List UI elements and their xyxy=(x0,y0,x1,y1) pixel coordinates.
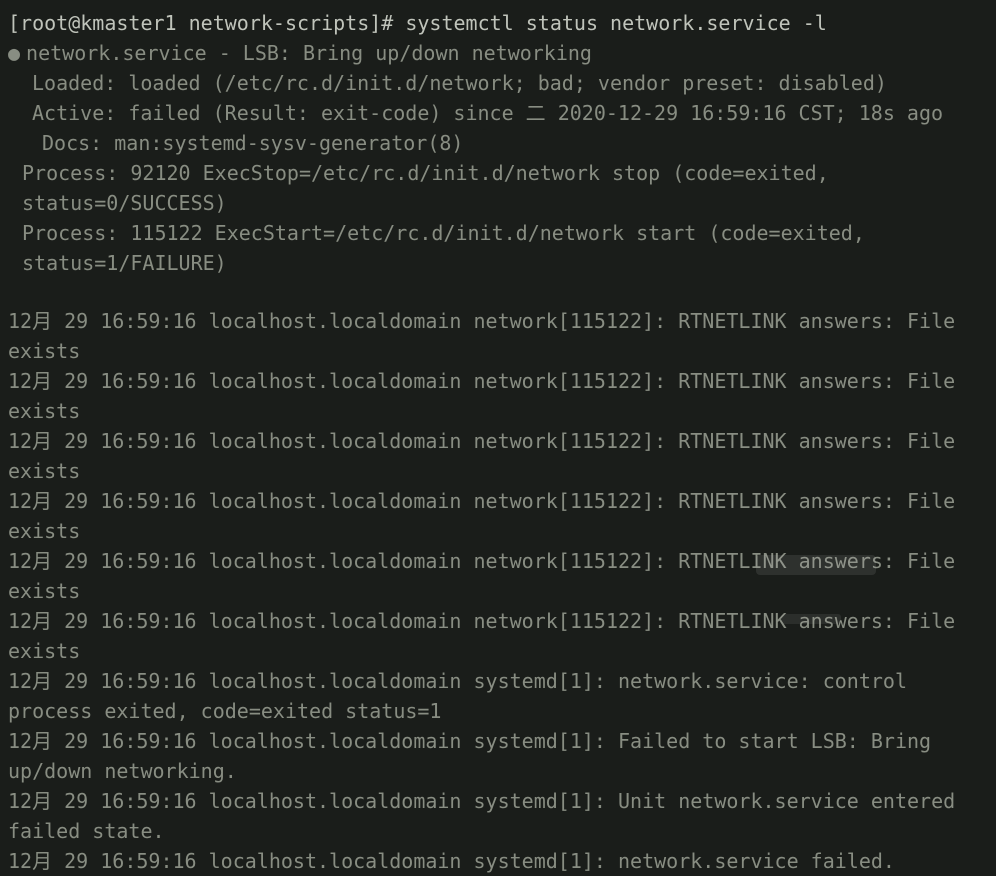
service-header: network.service - LSB: Bring up/down net… xyxy=(26,41,592,65)
active-line: Active: failed (Result: exit-code) since… xyxy=(8,98,988,128)
log-entry: 12月 29 16:59:16 localhost.localdomain ne… xyxy=(8,306,988,366)
bullet-icon: ● xyxy=(8,38,20,68)
log-entry: 12月 29 16:59:16 localhost.localdomain ne… xyxy=(8,486,988,546)
watermark-overlay xyxy=(781,614,841,624)
process-start-line: Process: 115122 ExecStart=/etc/rc.d/init… xyxy=(8,218,988,278)
process-stop-line: Process: 92120 ExecStop=/etc/rc.d/init.d… xyxy=(8,158,988,218)
log-entry: 12月 29 16:59:16 localhost.localdomain sy… xyxy=(8,786,988,846)
terminal-output: [root@kmaster1 network-scripts]# systemc… xyxy=(8,8,988,876)
command-prompt: [root@kmaster1 network-scripts]# systemc… xyxy=(8,8,988,38)
blank-line xyxy=(8,278,988,306)
service-header-line: ●network.service - LSB: Bring up/down ne… xyxy=(8,38,988,68)
loaded-line: Loaded: loaded (/etc/rc.d/init.d/network… xyxy=(8,68,988,98)
watermark-overlay xyxy=(756,555,876,575)
log-entry: 12月 29 16:59:16 localhost.localdomain sy… xyxy=(8,666,988,726)
log-entry: 12月 29 16:59:16 localhost.localdomain sy… xyxy=(8,846,988,876)
docs-line: Docs: man:systemd-sysv-generator(8) xyxy=(8,128,988,158)
log-entry: 12月 29 16:59:16 localhost.localdomain ne… xyxy=(8,426,988,486)
log-entry: 12月 29 16:59:16 localhost.localdomain ne… xyxy=(8,606,988,666)
log-entry: 12月 29 16:59:16 localhost.localdomain ne… xyxy=(8,366,988,426)
log-entry: 12月 29 16:59:16 localhost.localdomain sy… xyxy=(8,726,988,786)
